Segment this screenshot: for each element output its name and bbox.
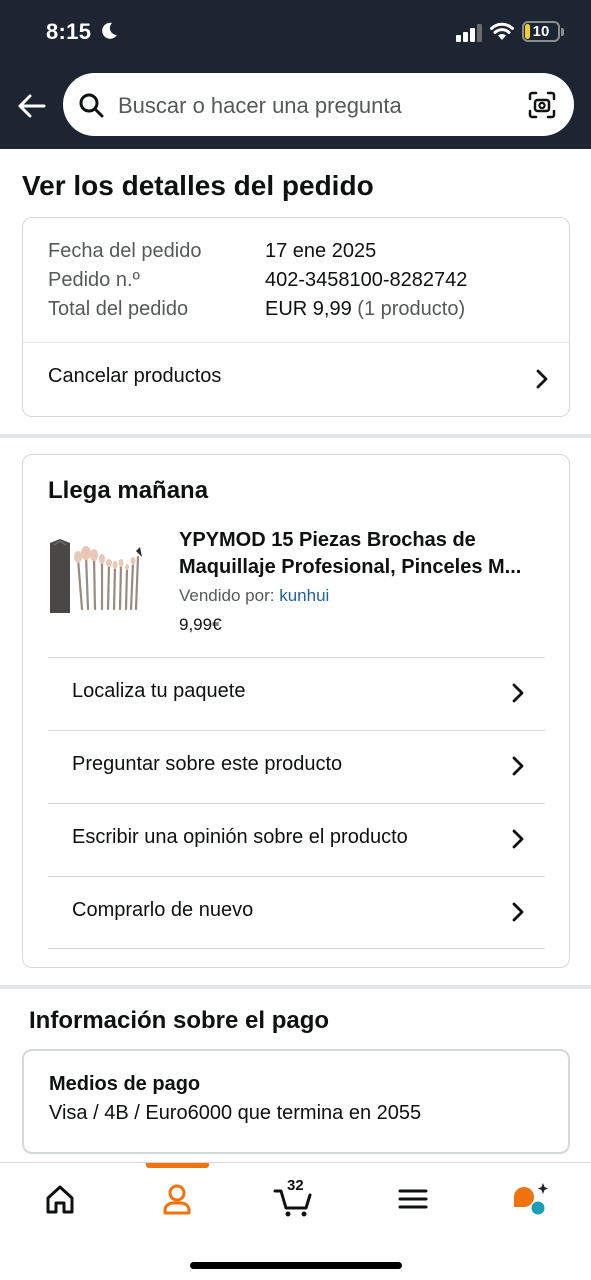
status-time: 8:15: [46, 19, 92, 44]
moon-icon: [102, 22, 117, 39]
payment-title: Información sobre el pago: [29, 1007, 330, 1034]
wifi-icon: [490, 22, 514, 40]
chevron-right-icon: [512, 829, 524, 849]
payment-methods-label: Medios de pago: [49, 1073, 201, 1095]
home-icon[interactable]: [40, 1181, 80, 1217]
chevron-right-icon: [512, 902, 524, 922]
top-header: 8:15 10 Buscar o hacer una pregunta: [0, 0, 591, 149]
shipment-actions: Localiza tu paquete Preguntar sobre este…: [48, 657, 545, 949]
product-title[interactable]: YPYMOD 15 Piezas Brochas de Maquillaje P…: [179, 527, 549, 581]
signal-icon: [456, 24, 482, 42]
chevron-right-icon: [512, 756, 524, 776]
order-date-label: Fecha del pedido: [48, 240, 202, 262]
product-price: 9,99€: [179, 615, 222, 634]
chevron-right-icon: [512, 683, 524, 703]
section-separator: [0, 434, 591, 438]
search-input[interactable]: Buscar o hacer una pregunta: [118, 93, 402, 119]
back-arrow-icon[interactable]: [16, 90, 48, 122]
seller-link[interactable]: kunhui: [279, 586, 329, 605]
product-image[interactable]: [48, 537, 152, 615]
buy-again-button[interactable]: Comprarlo de nuevo: [48, 876, 545, 949]
order-total-count: (1 producto): [357, 298, 466, 320]
order-total-value: EUR 9,99 (1 producto): [265, 298, 465, 321]
shipment-card: Llega mañana YPYMOD 15 Piezas Brochas de…: [22, 454, 570, 968]
order-number-value: 402-3458100-8282742: [265, 269, 468, 291]
payment-methods-card[interactable]: Medios de pago Visa / 4B / Euro6000 que …: [22, 1049, 570, 1154]
chevron-right-icon: [536, 369, 548, 389]
write-review-button[interactable]: Escribir una opinión sobre el producto: [48, 803, 545, 876]
active-tab-indicator: [146, 1163, 209, 1168]
product-title-line1: YPYMOD 15 Piezas Brochas de: [179, 529, 476, 551]
rufus-assistant-icon[interactable]: [510, 1181, 550, 1217]
home-indicator: [190, 1262, 402, 1269]
ask-product-question-button[interactable]: Preguntar sobre este producto: [48, 730, 545, 803]
order-summary-card: Fecha del pedido 17 ene 2025 Pedido n.º …: [22, 217, 570, 417]
action-label: Preguntar sobre este producto: [72, 753, 343, 775]
payment-methods-value: Visa / 4B / Euro6000 que termina en 2055: [49, 1102, 422, 1124]
seller-info: Vendido por: kunhui: [179, 586, 329, 606]
track-package-button[interactable]: Localiza tu paquete: [48, 657, 545, 730]
camera-scan-icon[interactable]: [528, 91, 556, 119]
order-total-amount: EUR 9,99: [265, 298, 352, 320]
order-date-value: 17 ene 2025: [265, 240, 377, 262]
delivery-heading: Llega mañana: [48, 477, 209, 504]
action-label: Escribir una opinión sobre el producto: [72, 826, 408, 848]
page-title: Ver los detalles del pedido: [22, 170, 374, 201]
menu-icon[interactable]: [393, 1181, 433, 1217]
status-bar: 8:15 10: [0, 0, 591, 62]
search-bar[interactable]: Buscar o hacer una pregunta: [63, 73, 574, 136]
order-number-label: Pedido n.º: [48, 269, 140, 291]
battery-level: 10: [532, 23, 550, 40]
action-label: Localiza tu paquete: [72, 680, 246, 702]
account-icon[interactable]: [157, 1181, 197, 1217]
action-label: Comprarlo de nuevo: [72, 899, 254, 921]
cancel-products-label: Cancelar productos: [48, 365, 222, 387]
cancel-products-button[interactable]: Cancelar productos: [23, 343, 569, 416]
section-separator: [0, 985, 591, 989]
cart-count-badge: 32: [287, 1177, 304, 1194]
seller-prefix: Vendido por:: [179, 586, 275, 605]
bottom-nav: 32: [0, 1162, 591, 1280]
battery-icon: 10: [522, 21, 564, 42]
search-icon: [79, 93, 104, 118]
order-total-label: Total del pedido: [48, 298, 189, 320]
product-title-line2: Maquillaje Profesional, Pinceles M...: [179, 556, 522, 578]
